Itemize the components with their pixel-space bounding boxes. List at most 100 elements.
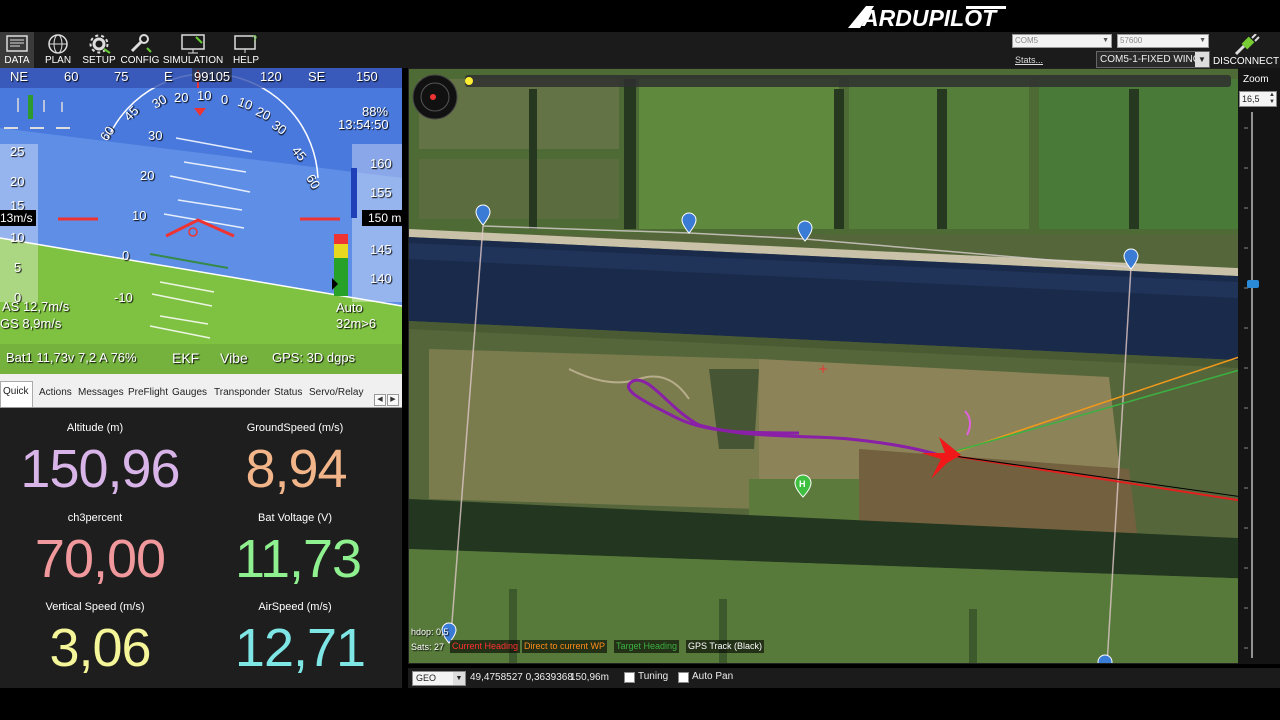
altitude-tick: 160 xyxy=(370,156,392,171)
chevron-down-icon: ▼ xyxy=(1199,37,1206,44)
chevron-down-icon: ▼ xyxy=(1102,37,1109,44)
setup-button[interactable]: SETUP xyxy=(80,32,118,68)
pitch-label: 0 xyxy=(122,248,130,263)
zoom-value: 16,5 xyxy=(1242,94,1260,104)
home-marker-label: H xyxy=(799,479,806,489)
plug-icon xyxy=(1234,34,1260,56)
chevron-right-icon[interactable]: ▶ xyxy=(387,394,399,406)
legend-label: GPS Track (Black) xyxy=(688,641,763,651)
heading-label: E xyxy=(164,69,173,84)
altitude-readout: 150,96m xyxy=(570,672,609,683)
chevron-left-icon[interactable]: ◀ xyxy=(374,394,386,406)
data-tabs: Quick Actions Messages PreFlight Gauges … xyxy=(0,374,402,408)
spinner-icon[interactable]: ▲ ▼ xyxy=(1269,92,1275,106)
legend-label: Current Heading xyxy=(452,641,519,651)
altitude-readout: 150 m xyxy=(368,211,402,225)
vehicle-value: COM5-1-FIXED WING xyxy=(1100,54,1201,65)
altitude-label: Altitude (m) xyxy=(66,422,124,434)
disconnect-button[interactable]: DISCONNECT xyxy=(1212,34,1280,68)
tab-servo-relay[interactable]: Servo/Relay xyxy=(307,383,365,405)
heading-label: NE xyxy=(10,69,29,84)
mission-planner-window: DATA PLAN SETUP CONFIG SIMULATION ? HELP… xyxy=(0,0,1280,720)
map-view[interactable]: H hdop: 0,5 Sats: 27 xyxy=(408,68,1256,664)
airspeed-label: AirSpeed (m/s) xyxy=(258,601,332,613)
heading-label: 60 xyxy=(64,69,79,84)
ekf-status[interactable]: EKF xyxy=(172,350,199,366)
groundspeed-label: GroundSpeed (m/s) xyxy=(246,422,344,434)
pitch-label: 10 xyxy=(132,208,147,223)
help-monitor-icon: ? xyxy=(234,34,257,53)
tab-actions[interactable]: Actions xyxy=(37,383,74,405)
satellite-map: H xyxy=(409,69,1255,663)
heading-label: 75 xyxy=(114,69,129,84)
tuning-label: Tuning xyxy=(638,671,669,682)
vehicle-select[interactable]: COM5-1-FIXED WING ▼ xyxy=(1096,51,1210,68)
help-button-label: HELP xyxy=(232,55,260,66)
zoom-panel xyxy=(1238,68,1280,664)
gear-icon xyxy=(89,34,111,54)
legend-gps-track: GPS Track (Black) xyxy=(686,640,765,653)
legend-target-heading: Target Heading xyxy=(614,640,680,653)
pitch-label: -10 xyxy=(114,290,133,305)
pitch-label: 20 xyxy=(140,168,155,183)
waypoint-distance: 32m>6 xyxy=(336,316,377,331)
ardupilot-logo: ARDUPILOT xyxy=(848,5,1006,31)
disconnect-label: DISCONNECT xyxy=(1212,56,1280,67)
autopan-checkbox[interactable] xyxy=(678,672,689,683)
roll-label: 20 xyxy=(174,90,189,105)
roll-label: 10 xyxy=(197,88,212,103)
quick-panel: Altitude (m) 150,96 GroundSpeed (m/s) 8,… xyxy=(0,408,402,688)
heading-label: SE xyxy=(308,69,326,84)
altitude-tick: 145 xyxy=(370,242,392,257)
vibe-status[interactable]: Vibe xyxy=(220,350,248,366)
plan-button[interactable]: PLAN xyxy=(40,32,76,68)
speed-tick: 25 xyxy=(10,144,25,159)
tab-messages[interactable]: Messages xyxy=(76,383,126,405)
chevron-down-icon: ▼ xyxy=(453,672,465,685)
groundspeed-text: GS 8,9m/s xyxy=(0,316,62,331)
bat-voltage-value: 11,73 xyxy=(234,529,362,589)
airspeed-value: 12,71 xyxy=(234,618,366,678)
port-value: COM5 xyxy=(1015,36,1039,45)
config-button[interactable]: CONFIG xyxy=(120,32,160,68)
heading-label: 150 xyxy=(356,69,378,84)
zoom-slider[interactable] xyxy=(1238,68,1280,664)
simulation-button-label: SIMULATION xyxy=(162,55,224,66)
zoom-label: Zoom xyxy=(1243,74,1269,85)
config-button-label: CONFIG xyxy=(120,55,160,66)
port-select[interactable]: COM5 ▼ xyxy=(1012,34,1112,48)
zoom-input[interactable]: 16,5 ▲ ▼ xyxy=(1239,91,1277,107)
tab-transponder[interactable]: Transponder xyxy=(212,383,272,405)
baud-select[interactable]: 57600 ▼ xyxy=(1117,34,1209,48)
legend-label: Direct to current WP xyxy=(524,641,606,651)
legend-label: Target Heading xyxy=(616,641,678,651)
gps-status: GPS: 3D dgps xyxy=(272,350,356,365)
tuning-checkbox[interactable] xyxy=(624,672,635,683)
help-button[interactable]: ? HELP xyxy=(226,32,266,68)
globe-icon xyxy=(48,34,68,54)
tab-status[interactable]: Status xyxy=(272,383,304,405)
coordinates-readout: 49,4758527 0,3639368 xyxy=(470,672,573,683)
stats-link[interactable]: Stats... xyxy=(1015,55,1043,65)
groundspeed-value: 8,94 xyxy=(245,439,347,499)
data-button-label: DATA xyxy=(4,55,30,66)
tab-gauges[interactable]: Gauges xyxy=(170,383,209,405)
altitude-value: 150,96 xyxy=(20,439,180,499)
map-status-bar: GEO ▼ 49,4758527 0,3639368 150,96m Tuning… xyxy=(408,668,1280,688)
coord-system-select[interactable]: GEO ▼ xyxy=(412,671,466,686)
altitude-tick: 140 xyxy=(370,271,392,286)
autopan-label: Auto Pan xyxy=(692,671,734,682)
battery-status: Bat1 11,73v 7,2 A 76% xyxy=(6,350,137,365)
baud-value: 57600 xyxy=(1120,36,1143,45)
vertical-speed-label: Vertical Speed (m/s) xyxy=(45,601,145,613)
tab-quick[interactable]: Quick xyxy=(0,381,33,407)
tab-scroll: ◀ ▶ xyxy=(374,394,400,406)
speed-readout: 13m/s xyxy=(0,211,33,225)
data-button[interactable]: DATA xyxy=(0,32,34,68)
data-icon xyxy=(6,35,28,52)
simulation-button[interactable]: SIMULATION xyxy=(162,32,224,68)
bat-voltage-label: Bat Voltage (V) xyxy=(258,512,332,524)
setup-button-label: SETUP xyxy=(82,55,116,66)
tab-preflight[interactable]: PreFlight xyxy=(126,383,170,405)
plan-button-label: PLAN xyxy=(44,55,72,66)
